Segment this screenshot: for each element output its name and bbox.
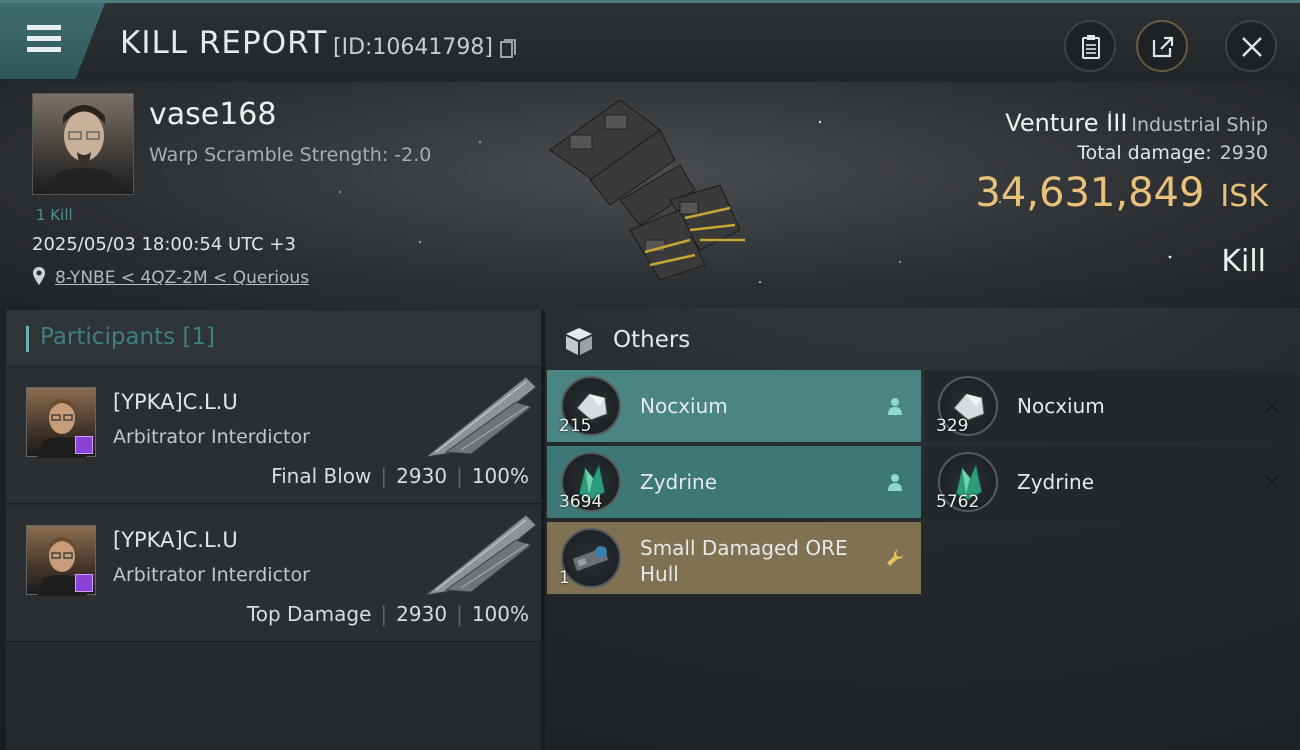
person-badge-icon [75, 574, 93, 592]
participant-percent: 100% [471, 464, 529, 488]
person-icon [888, 398, 902, 415]
kill-timestamp: 2025/05/03 18:00:54 UTC +3 [32, 234, 296, 255]
wrench-icon [887, 550, 903, 566]
person-badge-icon [75, 436, 93, 454]
participant-ship-image [424, 514, 537, 596]
total-damage-value: 2930 [1219, 142, 1268, 164]
location-pin-icon [33, 267, 45, 285]
ship-render-image [549, 99, 745, 281]
participant-stats: Top Damage | 2930 | 100% [247, 602, 529, 626]
item-quantity: 215 [559, 416, 592, 436]
participant-ship-image [424, 376, 537, 458]
isk-value: 34,631,849 [975, 170, 1205, 216]
participants-label: Participants [1] [40, 324, 215, 350]
share-icon [1152, 36, 1174, 58]
copy-icon[interactable] [500, 39, 516, 59]
isk-value-row: 34,631,849 ISK [975, 170, 1268, 216]
participant-stats: Final Blow | 2930 | 100% [271, 464, 529, 488]
stat-separator: | [380, 602, 388, 626]
item-name: Small Damaged ORE Hull [640, 536, 848, 586]
participant-damage: 2930 [396, 464, 448, 488]
kill-count: 1 Kill [36, 206, 73, 224]
victim-portrait-image [48, 105, 120, 194]
item-row[interactable]: 1 Small Damaged ORE Hull [547, 522, 921, 594]
participant-damage: 2930 [396, 602, 448, 626]
item-quantity: 329 [936, 416, 969, 436]
total-damage-row: Total damage: 2930 [1077, 142, 1268, 164]
cargo-box-icon [566, 328, 592, 355]
kill-report-window: KILL REPORT [ID:10641798] vase168 Warp S… [0, 0, 1300, 750]
participants-accent-bar [26, 326, 29, 352]
page-title: KILL REPORT [120, 25, 328, 61]
hamburger-icon-line [27, 47, 61, 52]
participant-role: Final Blow [271, 464, 372, 488]
close-button[interactable] [1225, 20, 1277, 72]
item-row[interactable]: 215 Nocxium [547, 370, 921, 442]
stat-separator: | [380, 464, 388, 488]
close-icon [1242, 37, 1262, 57]
participant-percent: 100% [471, 602, 529, 626]
participant-row[interactable]: [YPKA]C.L.U Arbitrator Interdictor Final… [6, 368, 541, 504]
participant-name[interactable]: [YPKA]C.L.U [113, 390, 238, 414]
others-label: Others [613, 327, 691, 353]
item-quantity: 3694 [559, 492, 603, 512]
stat-separator: | [456, 602, 463, 626]
victim-panel: vase168 Warp Scramble Strength: -2.0 1 K… [0, 82, 1300, 308]
participant-ship: Arbitrator Interdictor [113, 426, 310, 448]
victim-name[interactable]: vase168 [149, 97, 277, 132]
ship-class-text: Industrial Ship [1131, 114, 1268, 136]
person-icon [888, 474, 902, 491]
participant-role: Top Damage [246, 602, 372, 626]
participant-avatar[interactable] [26, 525, 96, 596]
participant-row[interactable]: [YPKA]C.L.U Arbitrator Interdictor Top D… [6, 506, 541, 642]
share-button[interactable] [1136, 20, 1188, 72]
item-row[interactable]: 3694 Zydrine [547, 446, 921, 518]
victim-avatar[interactable] [32, 93, 134, 195]
item-name: Nocxium [640, 394, 728, 418]
total-damage-label: Total damage: [1077, 142, 1212, 164]
participant-ship: Arbitrator Interdictor [113, 564, 310, 586]
participant-avatar[interactable] [26, 387, 96, 458]
panel-divider [541, 310, 545, 750]
report-id: [ID:10641798] [333, 35, 493, 60]
menu-button[interactable] [0, 3, 105, 79]
clipboard-icon [1082, 35, 1100, 59]
x-icon [1264, 474, 1280, 490]
ore-hull-module-icon [561, 528, 621, 588]
warp-scramble-strength: Warp Scramble Strength: -2.0 [149, 144, 432, 166]
participants-header: Participants [1] [6, 310, 541, 366]
item-name: Zydrine [640, 470, 717, 494]
stat-separator: | [456, 464, 463, 488]
item-name: Zydrine [1017, 470, 1094, 494]
item-quantity: 5762 [936, 492, 980, 512]
victim-ship-name[interactable]: Venture III Industrial Ship [1005, 109, 1268, 137]
isk-unit: ISK [1220, 179, 1268, 214]
participant-name[interactable]: [YPKA]C.L.U [113, 528, 238, 552]
location-link[interactable]: 8-YNBE < 4QZ-2M < Querious [55, 268, 309, 288]
x-icon [1264, 398, 1280, 414]
item-row[interactable]: 329 Nocxium [924, 370, 1298, 442]
kill-result-label: Kill [1221, 244, 1266, 279]
ship-name-text: Venture III [1005, 109, 1128, 137]
hamburger-icon-line [27, 36, 61, 41]
item-row[interactable]: 5762 Zydrine [924, 446, 1298, 518]
item-name: Nocxium [1017, 394, 1105, 418]
participants-panel: Participants [1] [YPKA]C.L.U Arbitrator … [6, 310, 541, 750]
clipboard-button[interactable] [1064, 20, 1116, 72]
top-bar: KILL REPORT [ID:10641798] [0, 0, 1300, 82]
item-quantity: 1 [559, 568, 570, 588]
hamburger-icon [27, 25, 61, 30]
